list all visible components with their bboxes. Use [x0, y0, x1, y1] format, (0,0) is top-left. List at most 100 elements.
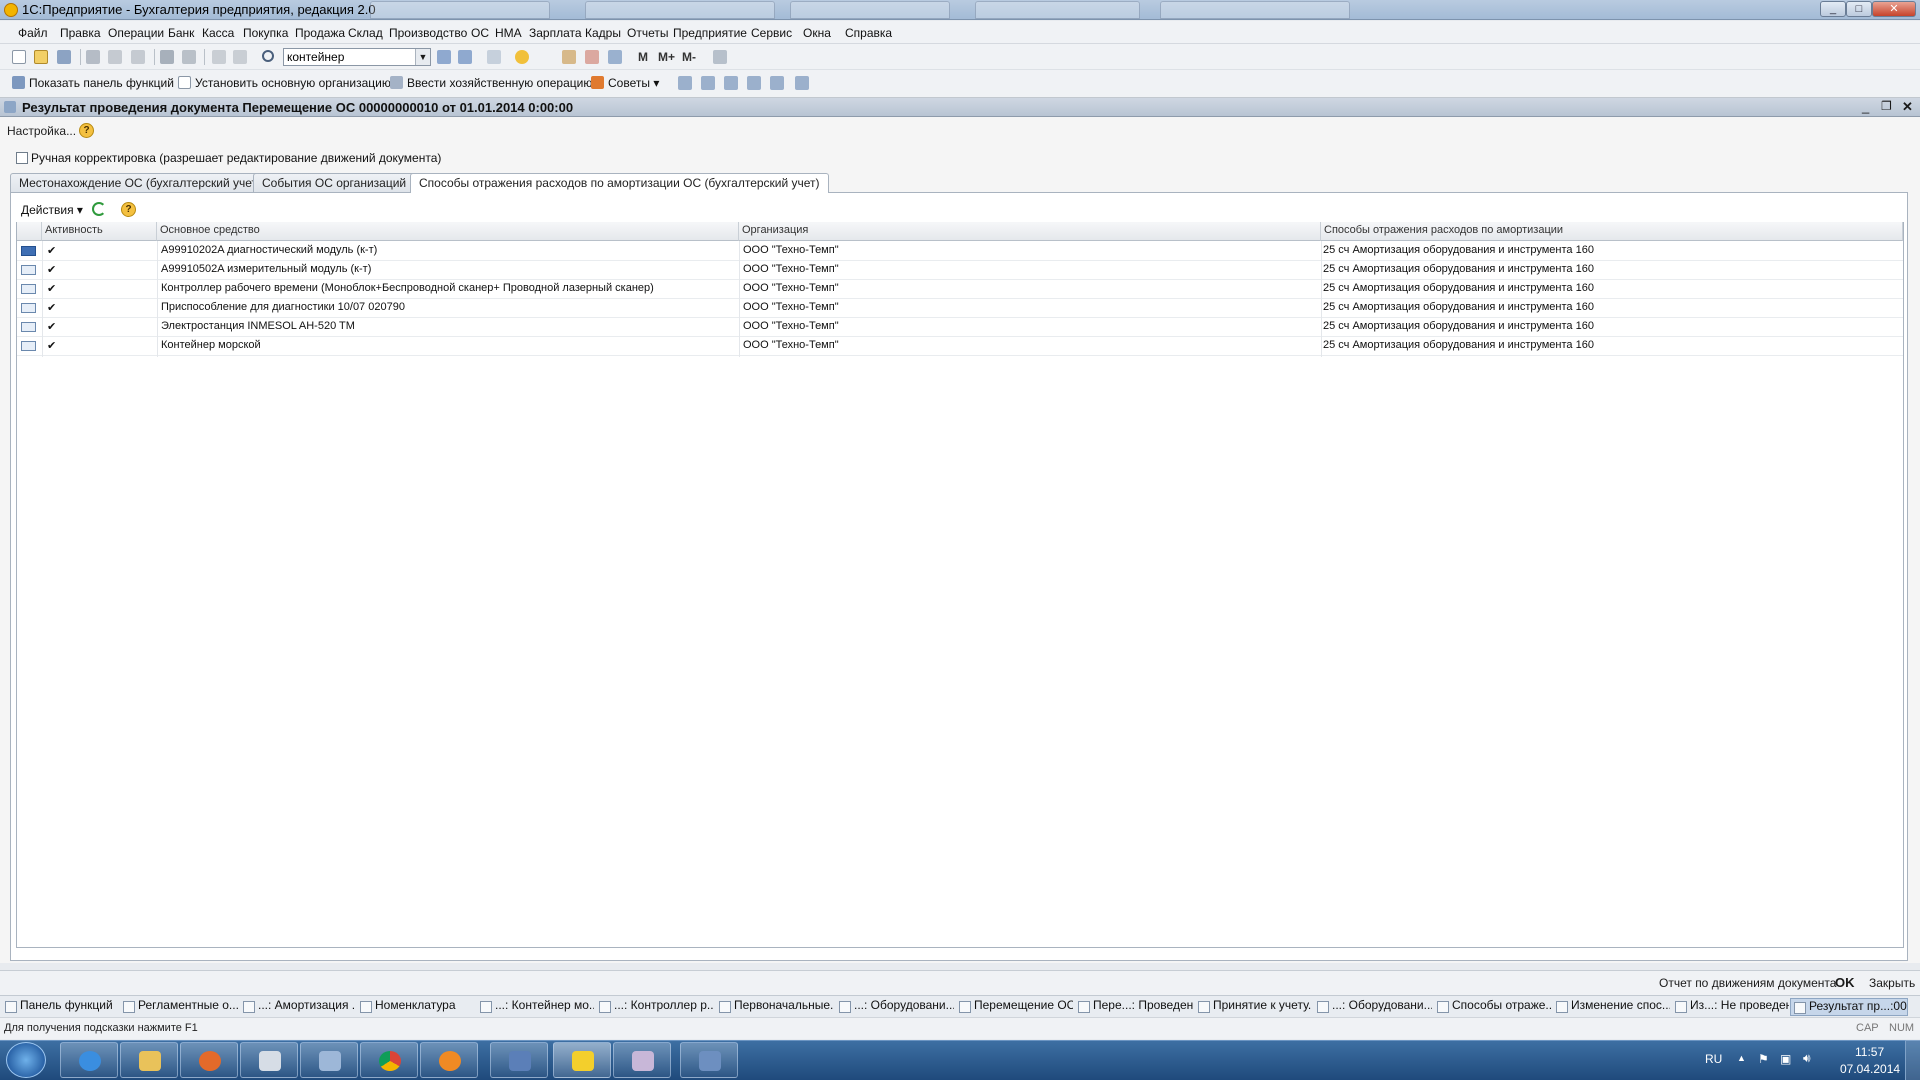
help-icon[interactable]: ?: [79, 123, 94, 138]
table-row[interactable]: ✔ Электростанция INMESOL AH-520 TM ООО "…: [17, 318, 1903, 337]
calendar-icon[interactable]: [562, 50, 576, 64]
search-prev-icon[interactable]: [458, 50, 472, 64]
taskbar-app[interactable]: [680, 1042, 738, 1078]
memory-minus-button[interactable]: М-: [682, 50, 696, 64]
window-tab[interactable]: ...: Оборудовани...: [1314, 998, 1432, 1016]
copy-icon[interactable]: [108, 50, 122, 64]
table-icon[interactable]: [795, 76, 809, 90]
maximize-button[interactable]: □: [1846, 1, 1872, 17]
column-header-asset[interactable]: Основное средство: [157, 222, 739, 241]
table-icon[interactable]: [724, 76, 738, 90]
window-tab[interactable]: ...: Амортизация ...: [240, 998, 354, 1016]
close-window-button[interactable]: ✕: [1872, 1, 1916, 17]
table-row[interactable]: ✔ Контроллер рабочего времени (Моноблок+…: [17, 280, 1903, 299]
menu-file[interactable]: Файл: [18, 26, 48, 40]
taskbar-1c[interactable]: [553, 1042, 611, 1078]
doc-minimize-button[interactable]: _: [1862, 99, 1869, 114]
window-tab[interactable]: Перемещение ОС: [956, 998, 1073, 1016]
window-tab[interactable]: ...: Контроллер р...: [596, 998, 714, 1016]
search-input[interactable]: контейнер: [283, 48, 431, 66]
tab-os-location[interactable]: Местонахождение ОС (бухгалтерский учет): [10, 173, 271, 192]
manual-correction-checkbox[interactable]: [16, 152, 28, 164]
info-icon[interactable]: [515, 50, 529, 64]
settings-link[interactable]: Настройка...: [7, 124, 76, 138]
search-icon[interactable]: [262, 50, 274, 62]
show-desktop-button[interactable]: [1905, 1040, 1920, 1080]
taskbar-app[interactable]: [490, 1042, 548, 1078]
taskbar-chrome[interactable]: [360, 1042, 418, 1078]
table-icon[interactable]: [701, 76, 715, 90]
calculator-icon[interactable]: [585, 50, 599, 64]
redo-icon[interactable]: [233, 50, 247, 64]
tab-amortization-methods[interactable]: Способы отражения расходов по амортизаци…: [410, 173, 829, 193]
table-row[interactable]: ✔ Приспособление для диагностики 10/07 0…: [17, 299, 1903, 318]
tab-os-events[interactable]: События ОС организаций: [253, 173, 416, 192]
close-button[interactable]: Закрыть: [1869, 976, 1915, 990]
memory-plus-button[interactable]: М+: [658, 50, 675, 64]
search-next-icon[interactable]: [437, 50, 451, 64]
show-function-panel-button[interactable]: Показать панель функций: [12, 76, 174, 90]
menu-bank[interactable]: Банк: [168, 26, 194, 40]
users-icon[interactable]: [608, 50, 622, 64]
undo-icon[interactable]: [212, 50, 226, 64]
enter-operation-button[interactable]: Ввести хозяйственную операцию: [390, 76, 592, 90]
table-row[interactable]: ✔ Контейнер морской ООО "Техно-Темп" 25 …: [17, 337, 1903, 356]
menu-enterprise[interactable]: Предприятие: [673, 26, 747, 40]
minimize-button[interactable]: _: [1820, 1, 1846, 17]
table-row[interactable]: ✔ A99910202A диагностический модуль (к-т…: [17, 242, 1903, 261]
menu-reports[interactable]: Отчеты: [627, 26, 668, 40]
tips-button[interactable]: Советы ▾: [591, 76, 659, 90]
taskbar-firefox[interactable]: [420, 1042, 478, 1078]
window-tab[interactable]: Панель функций: [2, 998, 118, 1016]
menu-edit[interactable]: Правка: [60, 26, 101, 40]
actions-menu[interactable]: Действия ▾: [21, 203, 83, 217]
paste-icon[interactable]: [131, 50, 145, 64]
set-main-org-button[interactable]: Установить основную организацию: [178, 76, 391, 90]
window-tab[interactable]: ...: Оборудовани...: [836, 998, 954, 1016]
taskbar-media[interactable]: [180, 1042, 238, 1078]
taskbar-explorer[interactable]: [120, 1042, 178, 1078]
taskbar-app[interactable]: [300, 1042, 358, 1078]
window-tab[interactable]: Принятие к учету...: [1195, 998, 1312, 1016]
taskbar-app[interactable]: [240, 1042, 298, 1078]
browser-tab-2[interactable]: [585, 1, 775, 19]
table-icon[interactable]: [678, 76, 692, 90]
menu-service[interactable]: Сервис: [751, 26, 792, 40]
menu-salary[interactable]: Зарплата: [529, 26, 582, 40]
menu-production[interactable]: Производство: [389, 26, 467, 40]
menu-help[interactable]: Справка: [845, 26, 892, 40]
taskbar-app[interactable]: [613, 1042, 671, 1078]
doc-close-button[interactable]: ✕: [1902, 99, 1913, 115]
volume-icon[interactable]: 🔊︎: [1803, 1051, 1811, 1066]
refresh-icon[interactable]: [92, 202, 106, 216]
language-indicator[interactable]: RU: [1705, 1052, 1722, 1066]
doc-restore-button[interactable]: ❐: [1881, 99, 1892, 113]
menu-windows[interactable]: Окна: [803, 26, 831, 40]
column-header-organization[interactable]: Организация: [739, 222, 1321, 241]
window-tab[interactable]: Регламентные о...: [120, 998, 238, 1016]
window-tab[interactable]: Номенклатура: [357, 998, 475, 1016]
ok-button[interactable]: OK: [1835, 975, 1855, 990]
window-tab[interactable]: Первоначальные...: [716, 998, 834, 1016]
clock-date[interactable]: 07.04.2014: [1840, 1062, 1900, 1076]
open-folder-icon[interactable]: [34, 50, 48, 64]
print-preview-icon[interactable]: [182, 50, 196, 64]
column-header-method[interactable]: Способы отражения расходов по амортизаци…: [1321, 222, 1903, 241]
start-button[interactable]: [6, 1042, 46, 1078]
network-tray-icon[interactable]: ▣: [1780, 1052, 1791, 1066]
window-tab[interactable]: Из...: Не проведен: [1672, 998, 1789, 1016]
help-icon[interactable]: ?: [121, 202, 136, 217]
memory-button[interactable]: М: [638, 50, 648, 64]
show-hidden-icons-icon[interactable]: ▲: [1737, 1053, 1746, 1063]
movements-report-button[interactable]: Отчет по движениям документа: [1659, 976, 1836, 990]
menu-operations[interactable]: Операции: [108, 26, 164, 40]
window-tab[interactable]: Изменение спос...: [1553, 998, 1670, 1016]
save-icon[interactable]: [57, 50, 71, 64]
window-tab[interactable]: Способы отраже...: [1434, 998, 1551, 1016]
menu-hr[interactable]: Кадры: [585, 26, 621, 40]
window-tab-active[interactable]: Результат пр...:00: [1790, 998, 1908, 1016]
browser-tab-1[interactable]: [370, 1, 550, 19]
menu-nma[interactable]: НМА: [495, 26, 522, 40]
new-document-icon[interactable]: [12, 50, 26, 64]
browser-tab-3[interactable]: [790, 1, 950, 19]
